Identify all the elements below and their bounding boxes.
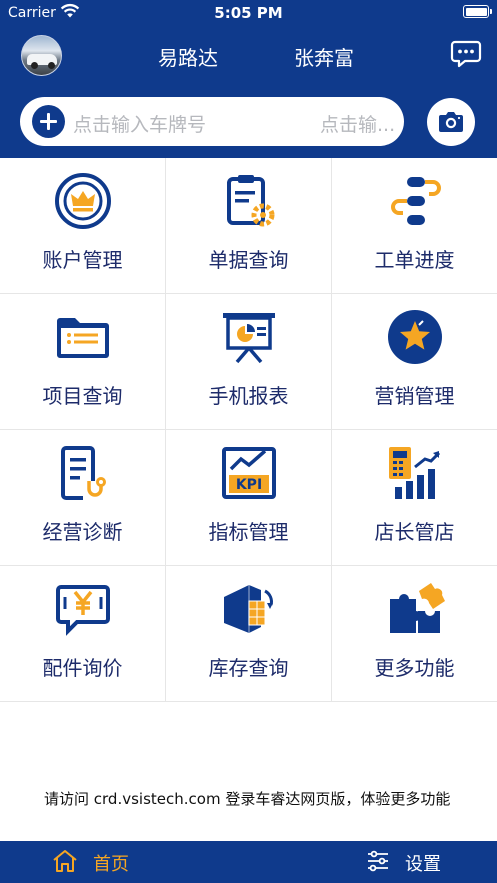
menu-item-more-functions[interactable]: 更多功能	[332, 566, 497, 702]
svg-text:KPI: KPI	[235, 477, 261, 493]
menu-item-parts-inquiry[interactable]: 配件询价	[0, 566, 166, 702]
menu-item-label: 手机报表	[208, 384, 289, 408]
camera-scan-button[interactable]	[427, 98, 475, 146]
web-version-notice: 请访问 crd.vsistech.com 登录车睿达网页版，体验更多功能	[44, 790, 451, 808]
folder-list-icon	[56, 318, 109, 358]
presentation-chart-icon	[222, 313, 275, 364]
menu-item-label: 营销管理	[374, 384, 455, 408]
tab-user-name[interactable]: 张奔富	[278, 42, 370, 71]
inventory-box-icon	[223, 585, 273, 633]
tab-home-label: 首页	[93, 854, 129, 875]
clock-time: 5:05 PM	[214, 4, 283, 22]
menu-item-label: 库存查询	[208, 656, 289, 680]
menu-item-label: 经营诊断	[42, 520, 123, 544]
yuan-chat-icon	[55, 585, 110, 636]
menu-item-store-manager[interactable]: 店长管店	[332, 430, 497, 566]
menu-item-document-query[interactable]: 单据查询	[166, 158, 332, 294]
camera-icon	[439, 112, 463, 132]
menu-item-marketing-management[interactable]: 营销管理	[332, 294, 497, 430]
menu-item-project-query[interactable]: 项目查询	[0, 294, 166, 430]
menu-item-label: 单据查询	[208, 248, 289, 272]
clipboard-gear-icon	[226, 175, 274, 227]
stethoscope-document-icon	[60, 446, 106, 500]
user-avatar[interactable]	[21, 35, 62, 76]
menu-item-kpi-management[interactable]: KPI 指标管理	[166, 430, 332, 566]
plate-search-input[interactable]: 点击输入车牌号	[73, 110, 206, 137]
puzzle-icon	[389, 583, 445, 633]
battery-icon	[463, 5, 492, 18]
menu-item-label: 更多功能	[374, 656, 455, 680]
tab-store-name[interactable]: 易路达	[142, 42, 234, 71]
status-bar: Carrier 5:05 PM	[0, 0, 497, 26]
tab-settings-label: 设置	[405, 854, 441, 875]
secondary-search-input[interactable]: 点击输...	[320, 110, 396, 137]
menu-item-label: 店长管店	[374, 520, 455, 544]
menu-item-work-order-progress[interactable]: 工单进度	[332, 158, 497, 294]
kpi-icon: KPI	[221, 447, 276, 499]
menu-item-label: 工单进度	[374, 248, 455, 272]
home-icon	[53, 850, 77, 872]
header-bar: Carrier 5:05 PM 易路达 张奔富 点击输入车牌号 点击输...	[0, 0, 497, 158]
menu-item-account-management[interactable]: 账户管理	[0, 158, 166, 294]
tab-settings[interactable]: 设置	[366, 847, 456, 877]
menu-item-label: 账户管理	[42, 248, 123, 272]
plate-search-bar[interactable]: 点击输入车牌号 点击输...	[20, 97, 404, 146]
star-badge-icon	[387, 310, 442, 364]
add-plus-icon[interactable]	[32, 105, 65, 138]
menu-item-label: 指标管理	[208, 520, 289, 544]
tab-home[interactable]: 首页	[52, 847, 142, 877]
crown-badge-icon	[54, 173, 111, 229]
menu-item-inventory-query[interactable]: 库存查询	[166, 566, 332, 702]
bottom-tab-bar: 首页 设置	[0, 841, 497, 883]
workflow-icon	[390, 177, 441, 225]
message-icon[interactable]	[450, 40, 482, 68]
menu-item-label: 配件询价	[42, 656, 123, 680]
menu-item-label: 项目查询	[42, 384, 123, 408]
calculator-bar-chart-icon	[388, 447, 440, 499]
menu-item-business-diagnosis[interactable]: 经营诊断	[0, 430, 166, 566]
menu-item-mobile-reports[interactable]: 手机报表	[166, 294, 332, 430]
settings-sliders-icon	[368, 850, 388, 872]
